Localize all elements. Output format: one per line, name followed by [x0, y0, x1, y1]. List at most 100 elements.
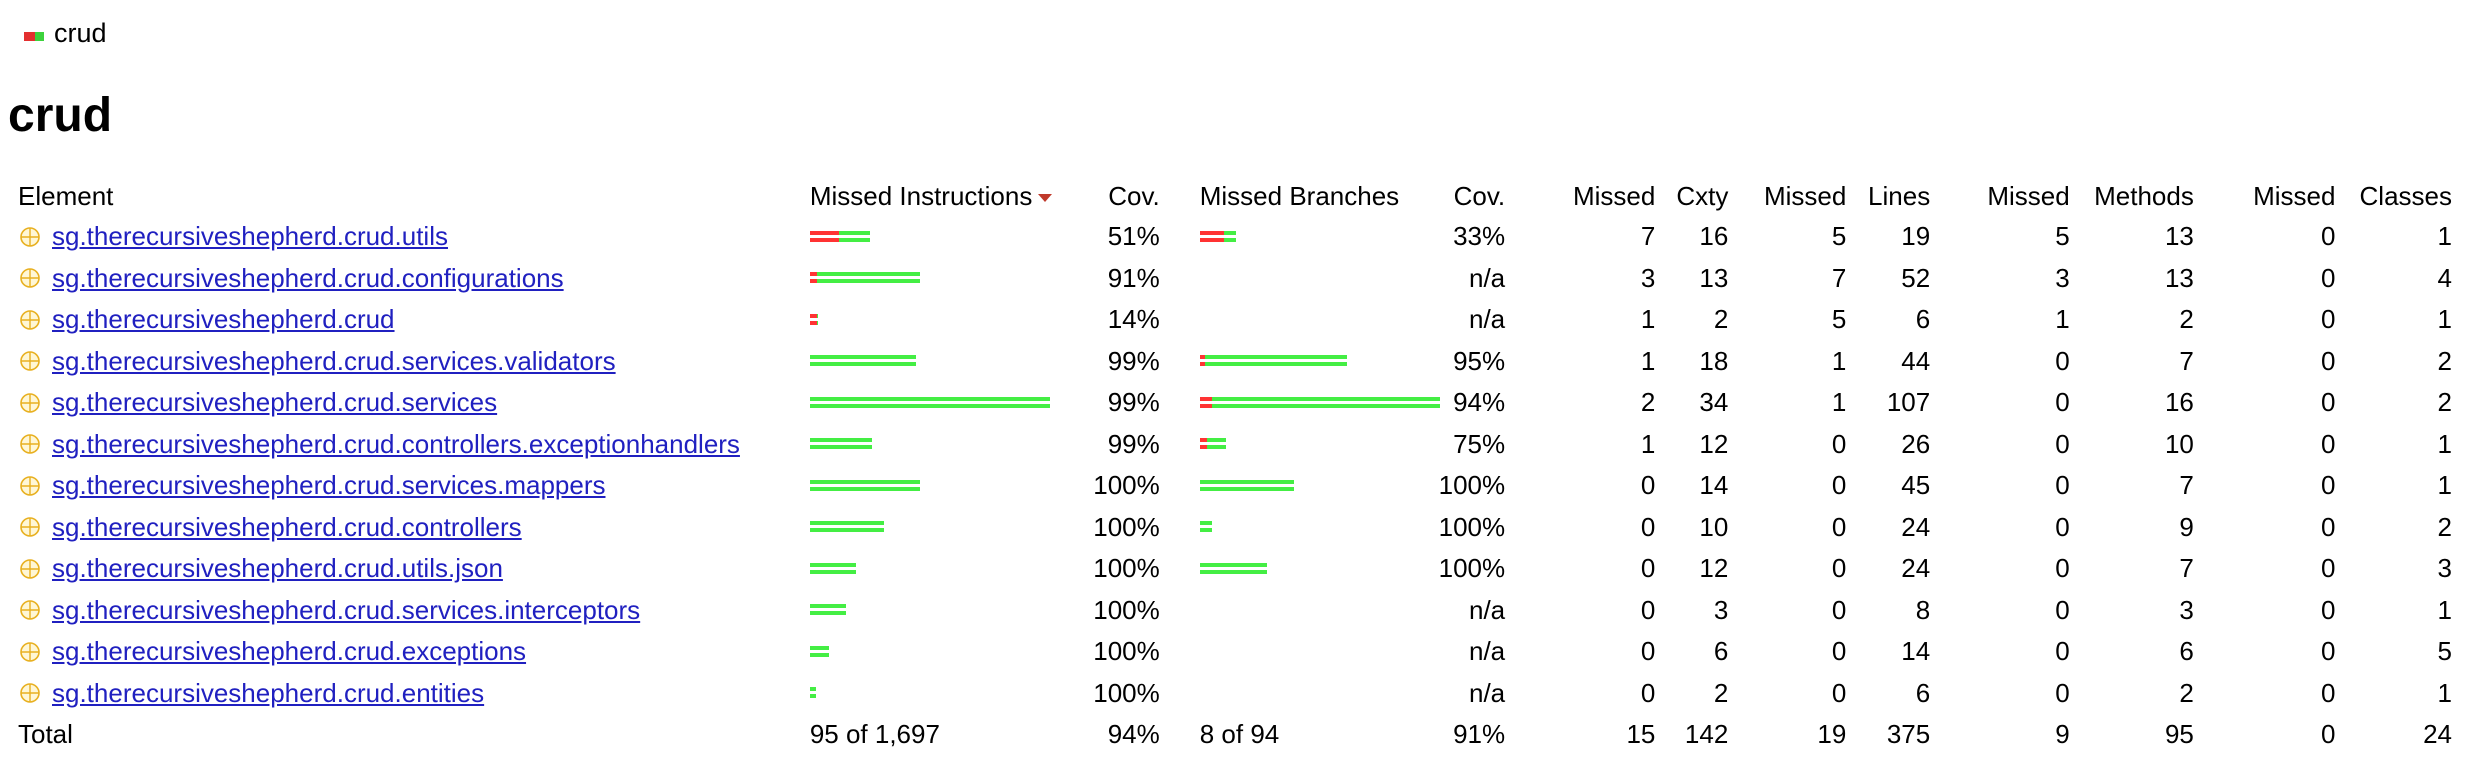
covered-bar-segment	[809, 355, 916, 360]
covered-bar-segment	[809, 528, 884, 533]
methods: 7	[2179, 470, 2194, 501]
missed-classes: 0	[2321, 262, 2336, 293]
package-link[interactable]: sg.therecursiveshepherd.crud.controllers…	[52, 429, 740, 460]
header-complexity[interactable]: Cxty	[1663, 176, 1736, 216]
branch-coverage: 94%	[1453, 387, 1506, 418]
package-link[interactable]: sg.therecursiveshepherd.crud.utils	[52, 221, 448, 252]
covered-bar-segment	[809, 645, 829, 650]
missed-bar-segment	[809, 279, 817, 284]
missed-lines: 0	[1831, 470, 1847, 501]
header-missed-instructions[interactable]: Missed Instructions	[802, 176, 1079, 216]
missed-lines: 1	[1831, 345, 1847, 376]
missed-instructions-cell	[802, 382, 1079, 424]
missed-complexity: 0	[1640, 553, 1656, 584]
element-cell-content: sg.therecursiveshepherd.crud.services.in…	[18, 595, 794, 626]
covered-bar-segment	[1206, 438, 1226, 443]
package-icon	[20, 309, 40, 330]
complexity: 2	[1713, 304, 1729, 335]
element-cell: sg.therecursiveshepherd.crud.controllers	[10, 507, 802, 549]
header-missed-lines[interactable]: Missed	[1736, 176, 1854, 216]
package-link[interactable]: sg.therecursiveshepherd.crud	[52, 304, 395, 335]
header-missed-branches[interactable]: Missed Branches	[1168, 176, 1425, 216]
complexity: 34	[1699, 387, 1729, 418]
package-link[interactable]: sg.therecursiveshepherd.crud.services.ma…	[52, 470, 605, 501]
header-missed-classes[interactable]: Missed	[2202, 176, 2344, 216]
coverage-bar	[809, 310, 1071, 330]
complexity: 2	[1713, 677, 1729, 708]
methods: 3	[2179, 594, 2194, 625]
package-link[interactable]: sg.therecursiveshepherd.crud.services.va…	[52, 346, 616, 377]
lines: 107	[1886, 387, 1931, 418]
coverage-bar	[809, 268, 1071, 288]
methods: 10	[2164, 428, 2194, 459]
classes: 5	[2437, 636, 2452, 667]
package-link[interactable]: sg.therecursiveshepherd.crud.utils.json	[52, 553, 503, 584]
missed-complexity: 0	[1640, 636, 1656, 667]
instruction-coverage: 99%	[1107, 428, 1160, 459]
lines: 6	[1915, 304, 1931, 335]
methods: 2	[2179, 677, 2194, 708]
missed-methods: 0	[2055, 470, 2070, 501]
header-classes[interactable]: Classes	[2343, 176, 2460, 216]
table-total-row: Total 95 of 1,697 94% 8 of 94 91% 15 142…	[10, 714, 2460, 754]
complexity: 16	[1699, 221, 1729, 252]
element-cell-content: sg.therecursiveshepherd.crud.utils.json	[18, 553, 794, 584]
covered-bar-segment	[838, 237, 870, 242]
missed-lines: 7	[1831, 262, 1847, 293]
missed-methods: 0	[2055, 511, 2070, 542]
total-classes: 24	[2423, 718, 2452, 749]
missed-branches-cell	[1168, 631, 1425, 673]
missed-complexity: 1	[1640, 345, 1656, 376]
lines: 24	[1901, 553, 1931, 584]
branch-coverage: 100%	[1438, 553, 1506, 584]
coverage-table: Element Missed Instructions Cov. Missed …	[10, 176, 2460, 754]
header-element[interactable]: Element	[10, 176, 802, 216]
covered-bar-segment	[816, 279, 920, 284]
package-link[interactable]: sg.therecursiveshepherd.crud.configurati…	[52, 263, 564, 294]
package-icon	[20, 351, 40, 372]
classes: 1	[2437, 594, 2452, 625]
instruction-coverage: 51%	[1107, 221, 1160, 252]
classes: 3	[2437, 553, 2452, 584]
package-link[interactable]: sg.therecursiveshepherd.crud.exceptions	[52, 636, 526, 667]
header-instruction-coverage[interactable]: Cov.	[1079, 176, 1168, 216]
missed-methods: 0	[2055, 636, 2070, 667]
total-complexity: 142	[1684, 718, 1729, 749]
total-lines: 375	[1886, 718, 1931, 749]
missed-instructions-cell	[802, 507, 1079, 549]
missed-bar-segment	[1199, 237, 1224, 242]
covered-bar-segment	[809, 362, 916, 367]
missed-bar-segment	[809, 320, 817, 325]
missed-methods: 0	[2055, 594, 2070, 625]
coverage-bar	[809, 683, 1071, 703]
coverage-bar	[1200, 683, 1417, 703]
package-link[interactable]: sg.therecursiveshepherd.crud.services	[52, 387, 497, 418]
header-lines[interactable]: Lines	[1854, 176, 1938, 216]
header-missed-complexity[interactable]: Missed	[1513, 176, 1663, 216]
table-row: sg.therecursiveshepherd.crud.utils 51% 33%…	[10, 216, 2460, 258]
coverage-bar	[809, 600, 1071, 620]
instruction-coverage: 91%	[1107, 262, 1160, 293]
lines: 6	[1915, 677, 1931, 708]
element-cell-content: sg.therecursiveshepherd.crud	[18, 304, 794, 335]
header-missed-methods[interactable]: Missed	[1938, 176, 2077, 216]
classes: 2	[2437, 511, 2452, 542]
header-methods[interactable]: Methods	[2078, 176, 2202, 216]
missed-branches-cell	[1168, 382, 1440, 424]
package-link[interactable]: sg.therecursiveshepherd.crud.entities	[52, 678, 484, 709]
missed-methods: 0	[2055, 387, 2070, 418]
table-row: sg.therecursiveshepherd.crud.services 99%…	[10, 382, 2460, 424]
package-link[interactable]: sg.therecursiveshepherd.crud.services.in…	[52, 595, 640, 626]
branch-coverage: 100%	[1438, 470, 1506, 501]
table-row: sg.therecursiveshepherd.crud.services.ma…	[10, 465, 2460, 507]
package-link[interactable]: sg.therecursiveshepherd.crud.controllers	[52, 512, 522, 543]
element-cell: sg.therecursiveshepherd.crud.entities	[10, 673, 802, 715]
header-branch-coverage[interactable]: Cov.	[1425, 176, 1514, 216]
missed-bar-segment	[1199, 230, 1224, 235]
missed-instructions-cell	[802, 590, 1079, 632]
classes: 1	[2437, 304, 2452, 335]
element-cell-content: sg.therecursiveshepherd.crud.exceptions	[18, 636, 794, 667]
missed-classes: 0	[2321, 553, 2336, 584]
sort-down-icon	[1038, 193, 1053, 202]
total-missed-lines: 19	[1817, 718, 1847, 749]
